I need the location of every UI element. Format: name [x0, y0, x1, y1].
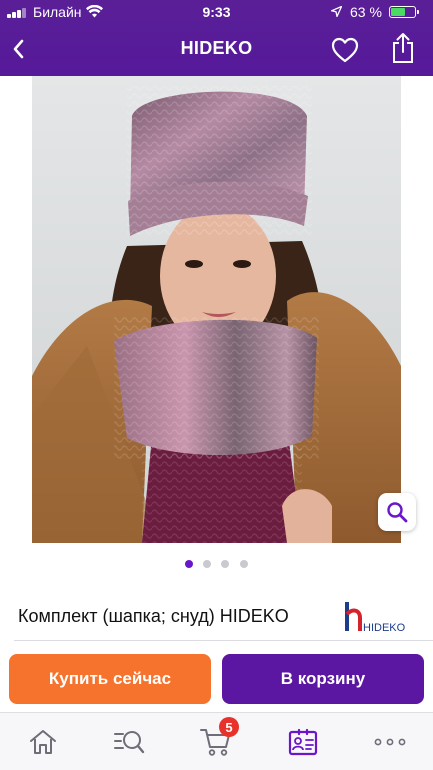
tab-catalog-search[interactable]: [86, 713, 172, 770]
gallery-dot[interactable]: [240, 560, 248, 568]
product-photo[interactable]: [32, 76, 401, 543]
search-list-icon: [114, 731, 145, 754]
navigation-bar: HIDEKO: [0, 24, 433, 76]
brand-logo-text: HIDEKO: [363, 622, 406, 634]
gallery-pagination: [0, 560, 433, 570]
tab-cart[interactable]: 5: [173, 713, 259, 770]
favorite-button[interactable]: [329, 34, 361, 66]
zoom-button[interactable]: [378, 493, 416, 531]
share-button[interactable]: [388, 30, 418, 66]
battery-icon: [389, 6, 419, 18]
product-title: Комплект (шапка; снуд) HIDEKO: [18, 606, 289, 626]
profile-card-icon: [288, 728, 318, 756]
page-title: HIDEKO: [180, 38, 253, 58]
location-arrow-icon: [331, 6, 342, 17]
more-icon: [374, 738, 406, 746]
gallery-dot[interactable]: [221, 560, 229, 568]
tab-profile[interactable]: [260, 713, 346, 770]
bottom-tab-bar: 5: [0, 712, 433, 770]
home-icon: [30, 730, 56, 754]
heart-icon: [331, 37, 359, 63]
add-to-cart-button[interactable]: В корзину: [222, 654, 424, 704]
battery-percentage: 63 %: [350, 4, 382, 20]
product-photo-illustration: [32, 76, 401, 543]
buy-now-button[interactable]: Купить сейчас: [9, 654, 211, 704]
status-bar: Билайн 9:33 63 %: [0, 0, 433, 24]
brand-logo[interactable]: HIDEKO: [343, 600, 418, 634]
gallery-dot[interactable]: [185, 560, 193, 568]
tab-home[interactable]: [0, 713, 86, 770]
share-icon: [393, 33, 413, 63]
divider: [14, 640, 433, 641]
app-header: Билайн 9:33 63 % HIDEKO: [0, 0, 433, 76]
tab-more[interactable]: [347, 713, 433, 770]
cart-badge: 5: [219, 717, 239, 737]
gallery-dot[interactable]: [203, 560, 211, 568]
magnifier-icon: [387, 502, 408, 523]
